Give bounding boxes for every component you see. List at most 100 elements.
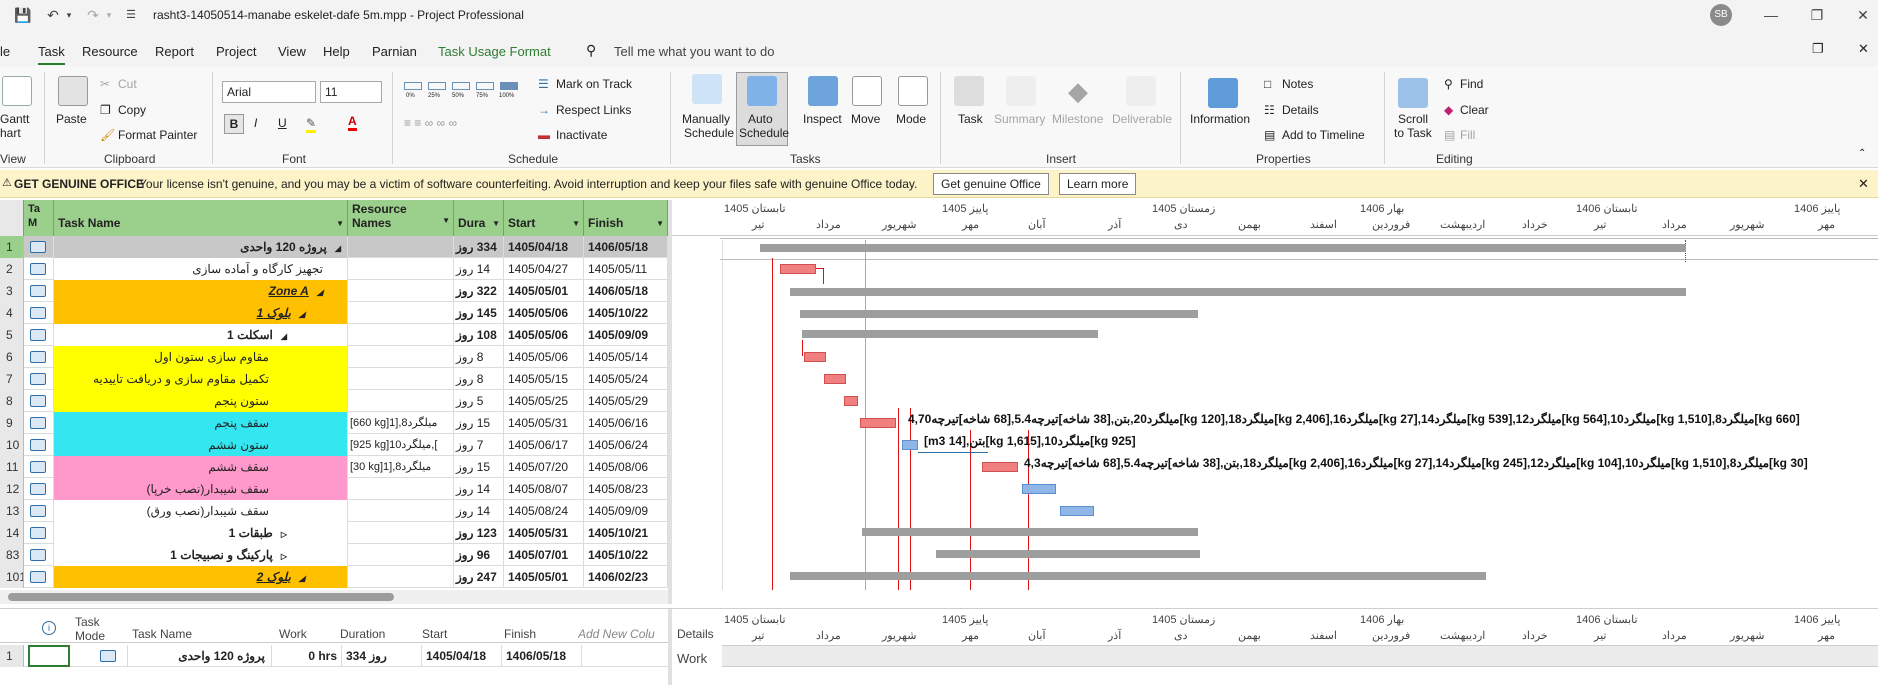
duration-cell[interactable]: 8 روز bbox=[454, 346, 504, 368]
task-name-cell[interactable]: ◢ اسکلت 1 bbox=[54, 324, 348, 346]
pct-75-icon[interactable] bbox=[476, 82, 494, 90]
start-cell[interactable]: 1405/05/06 bbox=[504, 346, 584, 368]
finish-cell[interactable]: 1405/08/23 bbox=[584, 478, 668, 500]
start-cell[interactable]: 1405/08/24 bbox=[504, 500, 584, 522]
start-cell[interactable]: 1405/08/07 bbox=[504, 478, 584, 500]
task-name-cell[interactable]: سقف شیبدار(نصب ورق) bbox=[54, 500, 348, 522]
duration-cell[interactable]: 14 روز bbox=[454, 258, 504, 280]
resource-names-cell[interactable] bbox=[348, 566, 454, 588]
cut-button[interactable]: Cut bbox=[118, 77, 137, 91]
bottom-column-task-name[interactable]: Task Name bbox=[132, 627, 192, 641]
summary-bar[interactable] bbox=[862, 528, 1198, 536]
row-id[interactable]: 101 bbox=[0, 566, 24, 588]
duration-cell[interactable]: 96 روز bbox=[454, 544, 504, 566]
finish-cell[interactable]: 1406/05/18 bbox=[584, 280, 668, 302]
move-button[interactable]: Move bbox=[851, 112, 880, 126]
tab-view[interactable]: View bbox=[278, 44, 306, 59]
task-name-cell[interactable]: ▷ پارکینگ و نصبیجات 1 bbox=[54, 544, 348, 566]
duration-cell[interactable]: 14 روز bbox=[454, 500, 504, 522]
duration-cell[interactable]: 322 روز bbox=[454, 280, 504, 302]
resource-names-cell[interactable] bbox=[348, 368, 454, 390]
row-id[interactable]: 13 bbox=[0, 500, 24, 522]
collapse-icon[interactable]: ◢ bbox=[317, 288, 323, 297]
finish-cell[interactable]: 1406/02/23 bbox=[584, 566, 668, 588]
font-size-select[interactable]: 11 bbox=[320, 81, 382, 103]
table-row[interactable]: 5 ◢ اسکلت 1 108 روز 1405/05/06 1405/09/09 bbox=[0, 324, 668, 346]
table-row[interactable]: 11 سقف ششم [30 kg]میلگرد8,[1 15 روز 1405/07/… bbox=[0, 456, 668, 478]
bottom-split-bar[interactable] bbox=[668, 609, 672, 685]
tab-file[interactable]: le bbox=[0, 44, 10, 59]
resource-names-cell[interactable]: [925 kg]میلگرد10,[ bbox=[348, 434, 454, 456]
row-id[interactable]: 14 bbox=[0, 522, 24, 544]
table-row[interactable]: 12 سقف شیبدار(نصب خرپا) 14 روز 1405/08/07 14… bbox=[0, 478, 668, 500]
table-row[interactable]: 9 سقف پنجم [660 kg]میلگرد8,[1 15 روز 1405/05… bbox=[0, 412, 668, 434]
tab-parnian[interactable]: Parnian bbox=[372, 44, 417, 59]
move-icon[interactable] bbox=[852, 76, 882, 106]
search-input[interactable]: Tell me what you want to do bbox=[614, 44, 774, 59]
row-id[interactable]: 83 bbox=[0, 544, 24, 566]
finish-cell[interactable]: 1405/05/14 bbox=[584, 346, 668, 368]
filter-arrow-icon[interactable]: ▼ bbox=[656, 219, 664, 228]
table-row[interactable]: 4 ◢ بلوک 1 145 روز 1405/05/06 1405/10/22 bbox=[0, 302, 668, 324]
scroll-to-task-icon[interactable] bbox=[1398, 78, 1428, 108]
task-name-cell[interactable]: ستون پنجم bbox=[54, 390, 348, 412]
summary-bar[interactable] bbox=[790, 288, 1686, 296]
bold-button[interactable]: B bbox=[224, 114, 244, 134]
start-cell[interactable]: 1405/07/01 bbox=[504, 544, 584, 566]
resource-names-cell[interactable] bbox=[348, 258, 454, 280]
bottom-column-work[interactable]: Work bbox=[279, 627, 307, 641]
tab-task-usage-format[interactable]: Task Usage Format bbox=[438, 44, 551, 59]
table-row[interactable]: 101 ◢ بلوک 2 247 روز1405/05/011406/02/23 bbox=[0, 566, 668, 588]
task-name-cell[interactable]: تجهیز کارگاه و آماده سازی bbox=[54, 258, 348, 280]
finish-cell[interactable]: 1405/05/29 bbox=[584, 390, 668, 412]
table-row[interactable]: 6 مقاوم سازی ستون اول 8 روز 1405/05/06 1405/… bbox=[0, 346, 668, 368]
duration-cell[interactable]: 123 روز bbox=[454, 522, 504, 544]
ribbon-display-icon[interactable]: ❐ bbox=[1812, 41, 1824, 57]
resource-names-cell[interactable] bbox=[348, 522, 454, 544]
add-new-column[interactable]: Add New Colu bbox=[578, 627, 668, 641]
mode-icon[interactable] bbox=[898, 76, 928, 106]
column-finish[interactable]: Finish ▼ bbox=[584, 200, 668, 236]
resource-names-cell[interactable]: [30 kg]میلگرد8,[1 bbox=[348, 456, 454, 478]
row-id[interactable]: 7 bbox=[0, 368, 24, 390]
gantt-chart-label-2[interactable]: hart bbox=[0, 126, 21, 140]
duration-cell[interactable]: 14 روز bbox=[454, 478, 504, 500]
scroll-to-task-label-2[interactable]: to Task bbox=[1394, 126, 1432, 140]
bottom-column-finish[interactable]: Finish bbox=[504, 627, 536, 641]
bottom-task-row[interactable]: 1 پروژه 120 واحدی 0 hrs 334 روز 1405/04/… bbox=[0, 645, 668, 667]
row-id[interactable]: 6 bbox=[0, 346, 24, 368]
row-id[interactable]: 8 bbox=[0, 390, 24, 412]
select-all-corner[interactable] bbox=[0, 200, 24, 236]
find-button[interactable]: Find bbox=[1460, 77, 1483, 91]
duration-cell[interactable]: 108 روز bbox=[454, 324, 504, 346]
task-insert-button[interactable]: Task bbox=[958, 112, 983, 126]
inactivate-button[interactable]: Inactivate bbox=[556, 128, 607, 142]
highlight-color-icon[interactable]: ✎ bbox=[306, 116, 317, 133]
task-insert-icon[interactable] bbox=[954, 76, 984, 106]
task-name-cell[interactable]: ▷ طبقات 1 bbox=[54, 522, 348, 544]
customize-qat-icon[interactable]: ☰ bbox=[120, 4, 142, 26]
task-bar[interactable] bbox=[804, 352, 826, 362]
font-name-select[interactable]: Arial bbox=[222, 81, 316, 103]
information-button[interactable]: Information bbox=[1190, 112, 1250, 126]
clear-button[interactable]: Clear bbox=[1460, 103, 1489, 117]
filter-arrow-icon[interactable]: ▼ bbox=[336, 219, 344, 228]
details-button[interactable]: Details bbox=[1282, 103, 1319, 117]
selected-cell[interactable] bbox=[28, 645, 70, 667]
filter-arrow-icon[interactable]: ▼ bbox=[492, 219, 500, 228]
task-name-cell[interactable]: تکمیل مقاوم سازی و دریافت تاییدیه bbox=[54, 368, 348, 390]
inspect-button[interactable]: Inspect bbox=[803, 112, 842, 126]
task-bar[interactable] bbox=[982, 462, 1018, 472]
finish-cell[interactable]: 1405/09/09 bbox=[584, 324, 668, 346]
task-name-cell[interactable]: مقاوم سازی ستون اول bbox=[54, 346, 348, 368]
duration-cell[interactable]: 15 روز bbox=[454, 456, 504, 478]
task-bar[interactable] bbox=[780, 264, 816, 274]
finish-cell[interactable]: 1405/09/09 bbox=[584, 500, 668, 522]
start-cell[interactable]: 1405/05/01 bbox=[504, 566, 584, 588]
information-icon[interactable] bbox=[1208, 78, 1238, 108]
row-id[interactable]: 12 bbox=[0, 478, 24, 500]
row-id[interactable]: 5 bbox=[0, 324, 24, 346]
row-id[interactable]: 2 bbox=[0, 258, 24, 280]
collapse-ribbon-icon[interactable]: ⌃ bbox=[1858, 148, 1866, 159]
task-name-cell[interactable]: سقف پنجم bbox=[54, 412, 348, 434]
